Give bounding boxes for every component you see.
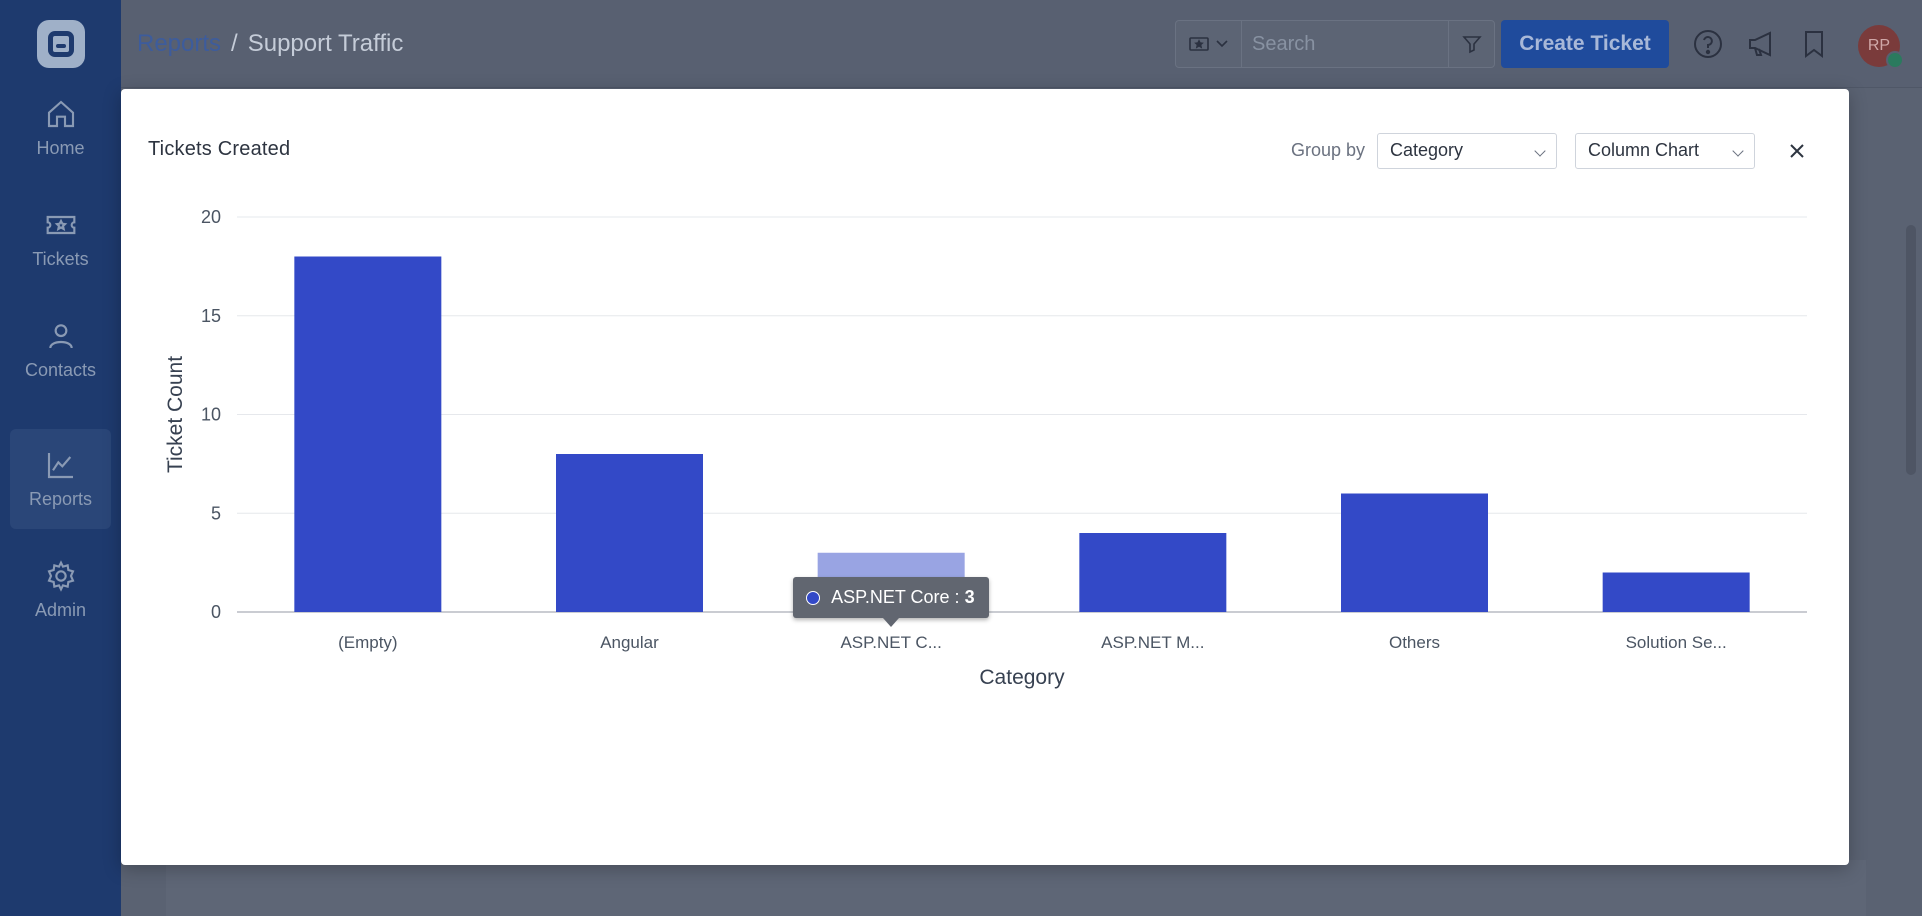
tooltip-value: 3 [964,586,975,607]
chart-icon [47,452,73,478]
sidebar-item-home[interactable]: Home [10,78,111,178]
breadcrumb: Reports / Support Traffic [137,30,403,58]
column-chart: 0 5 10 15 20 (Empty) Angular ASP.NET C... ASP.NE… [164,207,1807,689]
sidebar-item-label: Reports [28,488,93,509]
chart-type-value: Column Chart [1588,140,1700,160]
filter-button[interactable] [1448,21,1494,67]
filter-icon [1461,36,1482,54]
close-icon [1790,144,1804,158]
background-card [166,860,1866,916]
search-type-dropdown[interactable] [1176,21,1242,67]
sidebar-item-label: Contacts [24,359,97,380]
modal-title: Tickets Created [148,138,291,160]
breadcrumb-link-reports[interactable]: Reports [137,30,221,57]
sidebar-item-label: Home [36,137,85,158]
group-by-label: Group by [1291,140,1366,160]
chevron-down-icon [1732,145,1744,157]
home-icon [47,100,74,127]
create-ticket-button[interactable]: Create Ticket [1501,20,1669,68]
announcement-icon[interactable] [1746,28,1778,60]
sidebar-item-label: Admin [34,599,87,620]
close-button[interactable] [1783,137,1811,165]
x-axis-title: Category [979,666,1065,689]
chevron-down-icon [1215,40,1228,48]
y-tick-label: 20 [201,207,221,227]
x-tick-label: ASP.NET C... [840,633,941,652]
x-tick-label: Solution Se... [1626,633,1727,652]
chart-bar [556,454,703,612]
chart-bar [1079,533,1227,612]
bookmark-icon[interactable] [1798,28,1830,60]
x-tick-label: ASP.NET M... [1101,633,1204,652]
group-by-select[interactable]: Category [1377,133,1557,169]
status-online-icon [1886,51,1904,69]
y-tick-label: 10 [201,405,221,425]
app-logo[interactable] [37,20,85,68]
sidebar-item-tickets[interactable]: Tickets [10,189,111,289]
y-tick-label: 0 [211,602,221,622]
y-tick-label: 15 [201,306,221,326]
tooltip-label: ASP.NET Core [831,586,950,607]
group-by-value: Category [1390,140,1464,160]
chart-bar [1602,572,1750,612]
sidebar-item-contacts[interactable]: Contacts [10,300,111,400]
help-icon[interactable] [1692,28,1724,60]
chart-type-select[interactable]: Column Chart [1575,133,1755,169]
x-tick-label: Others [1389,633,1440,652]
sidebar: Home Tickets Contacts Reports Admin [0,0,121,916]
scrollbar[interactable] [1906,225,1916,475]
chart-bar [294,256,442,612]
y-tick-label: 5 [211,503,221,523]
search-box [1175,20,1495,68]
user-icon [48,323,73,348]
sidebar-item-reports[interactable]: Reports [10,429,111,529]
chart-bar [1341,493,1488,612]
ticket-icon [46,215,75,234]
ticket-icon [1188,37,1209,51]
search-input[interactable] [1252,30,1432,58]
y-axis-title: Ticket Count [164,356,187,473]
x-tick-label: (Empty) [338,633,398,652]
breadcrumb-current: Support Traffic [247,30,404,57]
breadcrumb-separator: / [231,30,238,57]
sidebar-item-label: Tickets [32,248,89,269]
avatar[interactable]: RP [1858,25,1904,69]
series-color-dot [806,590,821,605]
report-modal: Tickets Created Group by Category Column… [121,89,1849,865]
avatar-initials: RP [1867,37,1891,54]
chevron-down-icon [1534,145,1546,157]
x-tick-label: Angular [600,633,659,652]
sidebar-item-admin[interactable]: Admin [10,540,111,640]
top-header: Reports / Support Traffic Create Ticket RP [121,0,1922,88]
chart-tooltip: ASP.NET Core : 3 [793,576,989,627]
gear-icon [47,559,74,592]
